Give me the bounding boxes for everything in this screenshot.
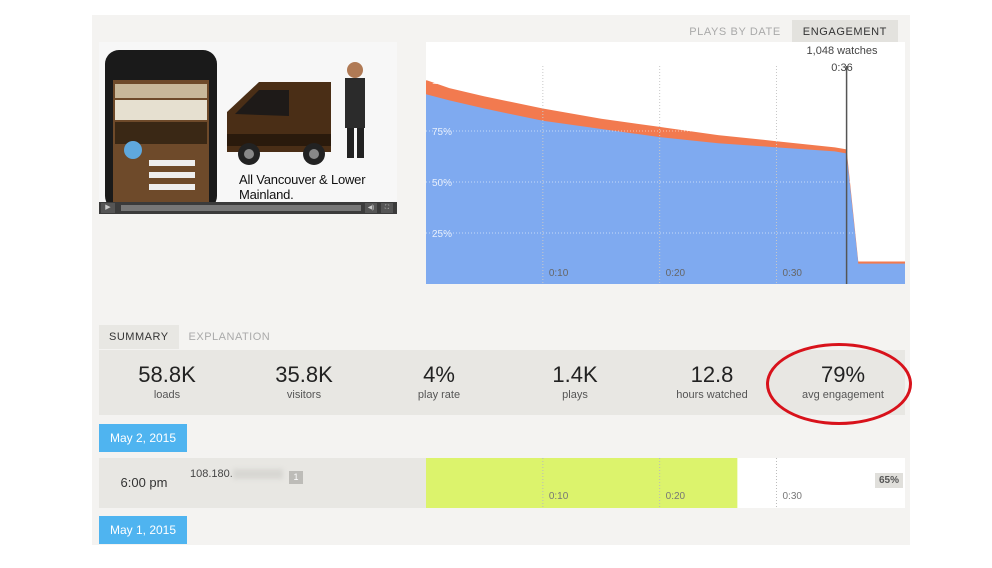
play-icon[interactable]: ▶ [101,203,115,213]
volume-icon[interactable]: ◀) [365,203,377,213]
watch-count: 1,048 watches [806,45,878,57]
summary-tabs: SUMMARY EXPLANATION [99,325,280,349]
y-tick-label: 50% [432,178,452,189]
row-time: 6:00 pm [120,475,168,490]
watch-info: 1,048 watches 0:36 [792,43,892,77]
engagement-chart: 100% 75% 50% 25% 0:10 0:20 0:30 [426,42,905,284]
stat-plays: 1.4K plays [515,362,635,402]
y-tick-label: 25% [432,229,452,240]
date-header: May 2, 2015 [99,424,187,452]
watch-time: 0:36 [831,62,853,74]
fullscreen-icon[interactable]: ⛶ [381,203,393,213]
stat-play-rate: 4% play rate [379,362,499,402]
stat-hours-watched: 12.8 hours watched [652,362,772,402]
video-progress-track[interactable] [121,205,361,211]
stat-label: avg engagement [802,389,884,401]
x-tick-label: 0:30 [782,491,802,502]
person [347,62,363,78]
engagement-chart-svg: 100% 75% 50% 25% 0:10 0:20 0:30 [426,66,905,284]
stat-value: 12.8 [690,362,734,387]
row-engagement-svg: 0:10 0:20 0:30 [426,458,802,508]
x-tick-label: 0:20 [666,268,686,279]
tab-engagement[interactable]: ENGAGEMENT [791,20,898,44]
video-caption: All Vancouver & Lower Mainland. [239,172,366,202]
tab-plays-by-date[interactable]: PLAYS BY DATE [678,20,792,44]
row-engagement-bar: 0:10 0:20 0:30 65% [426,458,905,508]
stat-visitors: 35.8K visitors [244,362,364,402]
stats-panel: PLAYS BY DATE ENGAGEMENT All Vancouver &… [92,15,910,545]
row-ip: 108.180. [190,468,283,480]
watched-segment [426,458,738,508]
x-tick-label: 0:10 [549,491,569,502]
tab-explanation[interactable]: EXPLANATION [179,325,281,349]
stat-label: loads [153,389,181,401]
stat-value: 79% [820,362,866,387]
y-tick-label: 75% [432,127,452,138]
stat-label: plays [562,389,588,401]
summary-stats: 58.8K loads 35.8K visitors 4% play rate … [99,350,905,415]
x-tick-label: 0:30 [782,268,802,279]
stat-value: 58.8K [138,362,196,387]
stat-label: hours watched [676,389,748,401]
ip-redacted [232,469,283,480]
stat-loads: 58.8K loads [107,362,227,402]
stat-value: 1.4K [552,362,598,387]
stat-avg-engagement: 79% avg engagement [783,362,903,402]
ip-text: 108.180. [190,468,233,480]
viewer-row[interactable]: 6:00 pm 108.180. 1 0:10 0:20 0:30 65% [99,458,905,508]
stat-value: 4% [423,362,455,387]
stat-label: visitors [286,389,322,401]
video-thumbnail[interactable]: All Vancouver & Lower Mainland. [99,42,397,214]
x-tick-label: 0:10 [549,268,569,279]
series-area-1 [426,94,905,284]
x-tick-label: 0:20 [666,491,686,502]
y-tick-label: 100% [432,76,458,87]
video-controls: ▶ ◀) ⛶ [99,202,397,214]
stat-label: play rate [417,389,461,401]
row-percent-badge: 65% [874,473,903,488]
chart-tabs: PLAYS BY DATE ENGAGEMENT [678,20,898,44]
row-count-badge: 1 [289,471,303,484]
date-header: May 1, 2015 [99,516,187,544]
tab-summary[interactable]: SUMMARY [99,325,179,349]
stat-value: 35.8K [275,362,333,387]
